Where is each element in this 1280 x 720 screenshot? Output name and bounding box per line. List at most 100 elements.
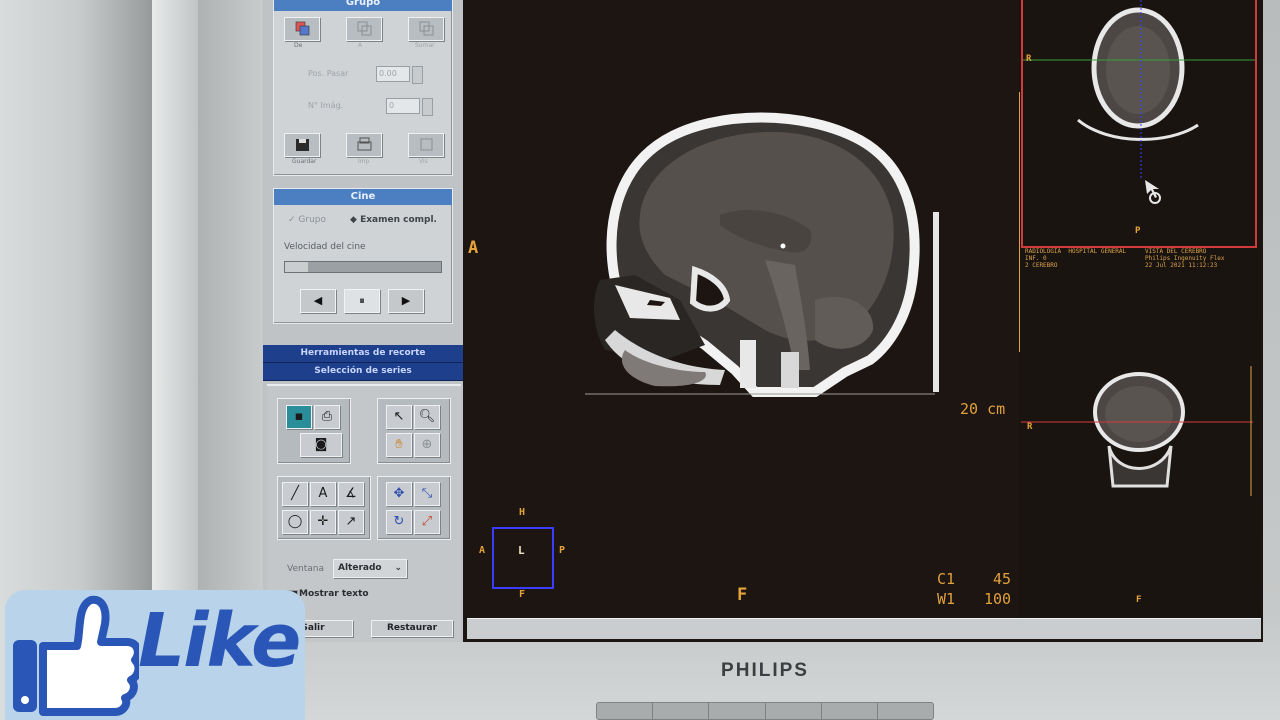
group-to-label: A	[358, 42, 363, 49]
view-group-label: Vis	[419, 158, 428, 165]
angle-tool[interactable]: ∡	[338, 482, 364, 506]
locator-anterior-label: A	[479, 545, 486, 556]
monitor-button[interactable]	[822, 703, 878, 719]
chevron-down-icon: ⌄	[394, 563, 402, 573]
print-group-button[interactable]	[346, 133, 382, 157]
cross-tool[interactable]: ✛	[310, 510, 336, 534]
camera-icon: ◙	[314, 437, 328, 452]
print-icon	[357, 137, 372, 151]
window-select[interactable]: Alterado ⌄	[333, 559, 407, 578]
file-tools-group: ▪ ⎙ ◙	[277, 398, 351, 464]
num-images-stepper[interactable]	[422, 98, 433, 116]
cine-speed-handle[interactable]	[285, 262, 308, 272]
coronal-right-label: R	[1027, 422, 1033, 432]
monitor-button[interactable]	[878, 703, 933, 719]
save-image-button[interactable]: ▪	[286, 405, 312, 429]
status-strip	[467, 618, 1261, 639]
save-group-button[interactable]	[284, 133, 320, 157]
axial-ct-image	[1023, 0, 1255, 204]
monitor-button[interactable]	[766, 703, 822, 719]
center-level-label: C1	[937, 570, 956, 588]
cine-speed-label: Velocidad del cine	[284, 242, 366, 252]
cine-speed-slider[interactable]	[284, 261, 442, 273]
reset-button[interactable]: Restaurar	[371, 620, 453, 637]
locator-posterior-label: P	[559, 545, 566, 556]
thumbs-up-icon	[13, 595, 139, 716]
group-from-button[interactable]	[284, 17, 320, 41]
axial-right-label: R	[1026, 54, 1032, 64]
center-level-value: 45	[993, 570, 1012, 588]
rotate-tool[interactable]: ↻	[386, 510, 412, 534]
ellipse-icon: ◯	[287, 514, 303, 529]
ellipse-tool[interactable]: ◯	[282, 510, 308, 534]
text-icon: A	[318, 486, 328, 501]
cine-next-button[interactable]: ▶	[388, 289, 424, 313]
move-tool[interactable]: ✥	[386, 482, 412, 506]
sagittal-ct-image	[492, 112, 939, 589]
cine-header: Cine	[274, 189, 452, 205]
annotation-tools-group: ╱ A ∡ ◯ ✛ ↗	[277, 476, 371, 540]
group-add-button[interactable]	[408, 17, 444, 41]
pos-stepper[interactable]	[412, 66, 423, 84]
pos-field[interactable]: 0.00	[376, 66, 410, 82]
camera-button[interactable]: ◙	[300, 433, 342, 457]
axial-info-left: RADIOLOGIA HOSPITAL GENERAL INF. 0 2 CER…	[1025, 248, 1127, 269]
main-viewport[interactable]: A F 20 cm C1 45 W1 100 H A L P F	[465, 0, 1018, 618]
group-section: Grupo De A Sumar Pos. Pasar 0.00 N° Imág…	[273, 0, 453, 176]
group-to-button[interactable]	[346, 17, 382, 41]
monitor-brand: PHILIPS	[721, 660, 809, 681]
locator-left-label: L	[518, 544, 525, 557]
orientation-foot: F	[737, 585, 748, 605]
flip-icon: ⤡	[421, 486, 433, 501]
magnifier-icon: 🔍︎	[418, 409, 436, 424]
series-selection-bar[interactable]: Selección de series	[263, 363, 463, 381]
cine-radio-exam-label: Examen compl.	[360, 215, 437, 225]
save-icon	[296, 139, 309, 151]
monitor-screen: Grupo De A Sumar Pos. Pasar 0.00 N° Imág…	[263, 0, 1263, 642]
line-tool[interactable]: ╱	[282, 482, 308, 506]
axial-view[interactable]: R P	[1021, 0, 1257, 248]
axial-ruler	[1019, 92, 1024, 352]
monitor-button[interactable]	[709, 703, 766, 719]
locator-foot-label: F	[519, 589, 526, 600]
measure-tools-group: ✥ ⤡ ↻ ⤢	[377, 476, 451, 540]
magnify-window-tool[interactable]: ⊕	[414, 433, 440, 457]
cine-radio-exam[interactable]: ◆ Examen compl.	[350, 215, 437, 225]
text-tool[interactable]: A	[310, 482, 336, 506]
group-header: Grupo	[274, 0, 452, 11]
print-image-button[interactable]: ⎙	[314, 405, 340, 429]
pointer-tool[interactable]: ↖	[386, 405, 412, 429]
cine-radio-group[interactable]: ✓ Grupo	[288, 215, 326, 225]
pan-tool[interactable]: ✋︎	[386, 433, 412, 457]
printer-icon: ⎙	[321, 409, 333, 424]
arrow-tool[interactable]: ↗	[338, 510, 364, 534]
angle-icon: ∡	[345, 486, 357, 501]
coronal-view[interactable]: R	[1021, 366, 1253, 506]
monitor-button[interactable]	[653, 703, 710, 719]
cine-pause-button[interactable]: ⏸	[344, 289, 380, 313]
num-images-field[interactable]: 0	[386, 98, 420, 114]
zoom-tool[interactable]: 🔍︎	[414, 405, 440, 429]
hand-icon: ✋︎	[395, 437, 403, 452]
num-images-label: N° Imág.	[308, 101, 344, 110]
reference-views: R P RADIOLOGIA HOSPITAL GENERAL INF. 0 2…	[1019, 0, 1263, 618]
crop-tools-bar[interactable]: Herramientas de recorte	[263, 345, 463, 363]
window-width-label: W1	[937, 590, 956, 608]
view-icon	[420, 138, 433, 151]
magnify-window-icon: ⊕	[421, 437, 433, 452]
view-group-button[interactable]	[408, 133, 444, 157]
print-group-label: Imp	[358, 158, 370, 165]
group-add-label: Sumar	[415, 42, 435, 49]
axial-posterior-label: P	[1135, 226, 1141, 236]
view-tools-group: ↖ 🔍︎ ✋︎ ⊕	[377, 398, 451, 464]
show-text-label: Mostrar texto	[299, 589, 369, 599]
arrow-icon: ↗	[345, 514, 357, 529]
monitor-button[interactable]	[597, 703, 654, 719]
window-width-value: 100	[984, 590, 1012, 608]
coronal-foot-label: F	[1136, 595, 1142, 605]
cine-prev-button[interactable]: ◀	[300, 289, 336, 313]
flip-tool[interactable]: ⤡	[414, 482, 440, 506]
reset-view-tool[interactable]: ⤢	[414, 510, 440, 534]
locator-head-label: H	[519, 507, 526, 518]
reset-icon: ⤢	[421, 514, 433, 529]
